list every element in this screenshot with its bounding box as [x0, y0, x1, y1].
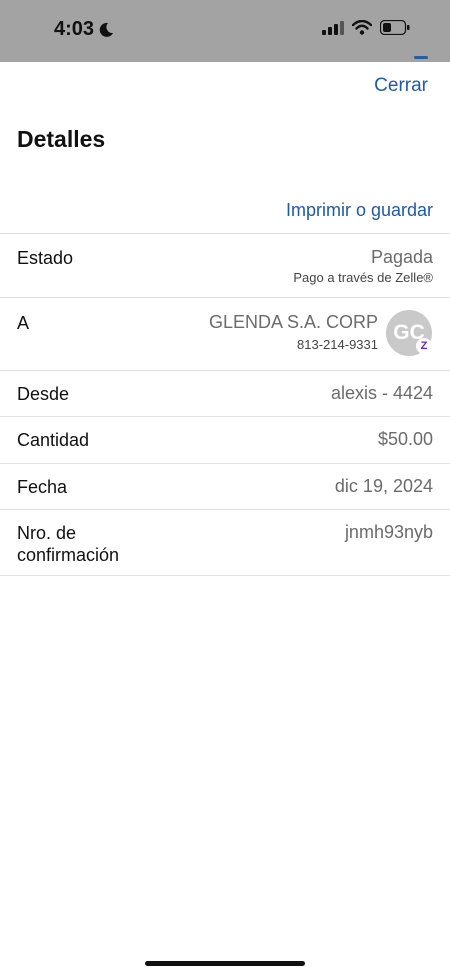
- page-title: Detalles: [17, 126, 106, 152]
- status-value: Pagada: [370, 247, 433, 267]
- battery-icon: [380, 20, 410, 35]
- amount-value: $50.00: [377, 429, 433, 449]
- status-label: Estado: [17, 248, 74, 268]
- home-indicator[interactable]: [145, 961, 305, 966]
- status-time-text: 4:03: [54, 18, 95, 40]
- status-time: 4:03: [54, 18, 114, 41]
- row-from: Desde alexis - 4424: [0, 370, 450, 416]
- status-sub: Pago a través de Zelle®: [293, 270, 433, 285]
- recipient-label: A: [17, 313, 30, 333]
- close-button[interactable]: Cerrar: [374, 75, 428, 97]
- amount-label: Cantidad: [17, 430, 90, 450]
- from-label: Desde: [17, 384, 70, 404]
- moon-icon: [98, 22, 114, 38]
- row-date: Fecha dic 19, 2024: [0, 463, 450, 509]
- row-amount: Cantidad $50.00: [0, 416, 450, 463]
- wifi-icon: [352, 20, 372, 35]
- sheet-edge: [414, 56, 428, 59]
- details-list: Estado Pagada Pago a través de Zelle® A …: [0, 233, 450, 576]
- confirmation-label-line1: Nro. de: [17, 523, 77, 543]
- confirmation-value: jnmh93nyb: [344, 522, 433, 542]
- confirmation-label-line2: confirmación: [17, 545, 120, 565]
- date-label: Fecha: [17, 477, 68, 497]
- row-status: Estado Pagada Pago a través de Zelle®: [0, 233, 450, 297]
- details-sheet: Cerrar Detalles Imprimir o guardar Estad…: [0, 56, 450, 975]
- date-value: dic 19, 2024: [334, 476, 433, 496]
- status-bar: 4:03: [0, 0, 450, 62]
- recipient-name: GLENDA S.A. CORP: [208, 312, 378, 332]
- cellular-signal-icon: [322, 20, 344, 35]
- recipient-phone: 813-214-9331: [297, 337, 378, 352]
- print-or-save-button[interactable]: Imprimir o guardar: [286, 200, 433, 221]
- status-icons: [322, 20, 410, 35]
- from-value: alexis - 4424: [330, 383, 433, 403]
- row-recipient[interactable]: A GLENDA S.A. CORP 813-214-9331 GC Z: [0, 297, 450, 370]
- confirmation-label: Nro. de confirmación: [17, 522, 119, 566]
- zelle-badge-icon: Z: [416, 338, 432, 354]
- row-confirmation: Nro. de confirmación jnmh93nyb: [0, 509, 450, 576]
